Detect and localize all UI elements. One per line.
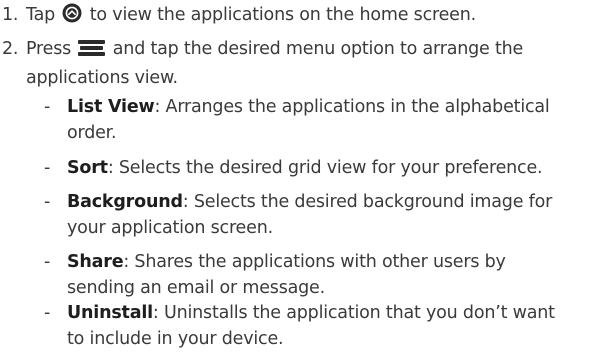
step-1: 1. Tap to view the applications on the h… <box>0 2 608 28</box>
option-description-line-2: to include in your device. <box>67 329 284 349</box>
step-text-after-icon: to view the applications on the home scr… <box>84 5 476 25</box>
bullet-dash: - <box>44 192 51 212</box>
step-text-line-2: applications view. <box>26 68 178 88</box>
option-term: Background <box>67 192 183 212</box>
option-uninstall: - Uninstall: Uninstalls the application … <box>0 300 608 352</box>
option-share: - Share: Shares the applications with ot… <box>0 249 608 301</box>
option-description-line-2: order. <box>67 123 117 143</box>
option-description: : Arranges the applications in the alpha… <box>154 97 550 117</box>
apps-circle-icon <box>62 3 82 31</box>
option-term: Share <box>67 252 124 272</box>
option-text: Background: Selects the desired backgrou… <box>67 189 607 241</box>
option-description-line-2: your application screen. <box>67 218 273 238</box>
option-description: : Selects the desired grid view for your… <box>107 158 543 178</box>
step-2: 2. Press and tap the desired menu option… <box>0 36 608 88</box>
option-description-line-2: sending an email or message. <box>67 278 325 298</box>
step-number: 1. <box>2 5 19 25</box>
option-term: Sort <box>67 158 108 178</box>
option-text: Share: Shares the applications with othe… <box>67 249 607 301</box>
option-description: : Uninstalls the application that you do… <box>152 303 555 323</box>
option-term: List View <box>67 97 155 117</box>
option-description: : Selects the desired background image f… <box>182 192 553 212</box>
step-text: Tap to view the applications on the home… <box>26 2 606 31</box>
step-text-before-icon: Tap <box>26 5 61 25</box>
option-text: Uninstall: Uninstalls the application th… <box>67 300 607 352</box>
step-text-after-icon: and tap the desired menu option to arran… <box>107 39 524 59</box>
instruction-list: 1. Tap to view the applications on the h… <box>0 0 608 353</box>
bullet-dash: - <box>44 97 51 117</box>
step-text-before-icon: Press <box>26 39 77 59</box>
option-text: List View: Arranges the applications in … <box>67 94 607 146</box>
option-list-view: - List View: Arranges the applications i… <box>0 94 608 146</box>
step-number: 2. <box>2 39 19 59</box>
menu-key-icon <box>78 39 106 65</box>
bullet-dash: - <box>44 303 51 323</box>
bullet-dash: - <box>44 252 51 272</box>
step-text: Press and tap the desired menu option to… <box>26 36 606 91</box>
option-background: - Background: Selects the desired backgr… <box>0 189 608 241</box>
option-text: Sort: Selects the desired grid view for … <box>67 155 607 181</box>
bullet-dash: - <box>44 158 51 178</box>
option-sort: - Sort: Selects the desired grid view fo… <box>0 155 608 181</box>
option-description: : Shares the applications with other use… <box>123 252 506 272</box>
option-term: Uninstall <box>67 303 153 323</box>
